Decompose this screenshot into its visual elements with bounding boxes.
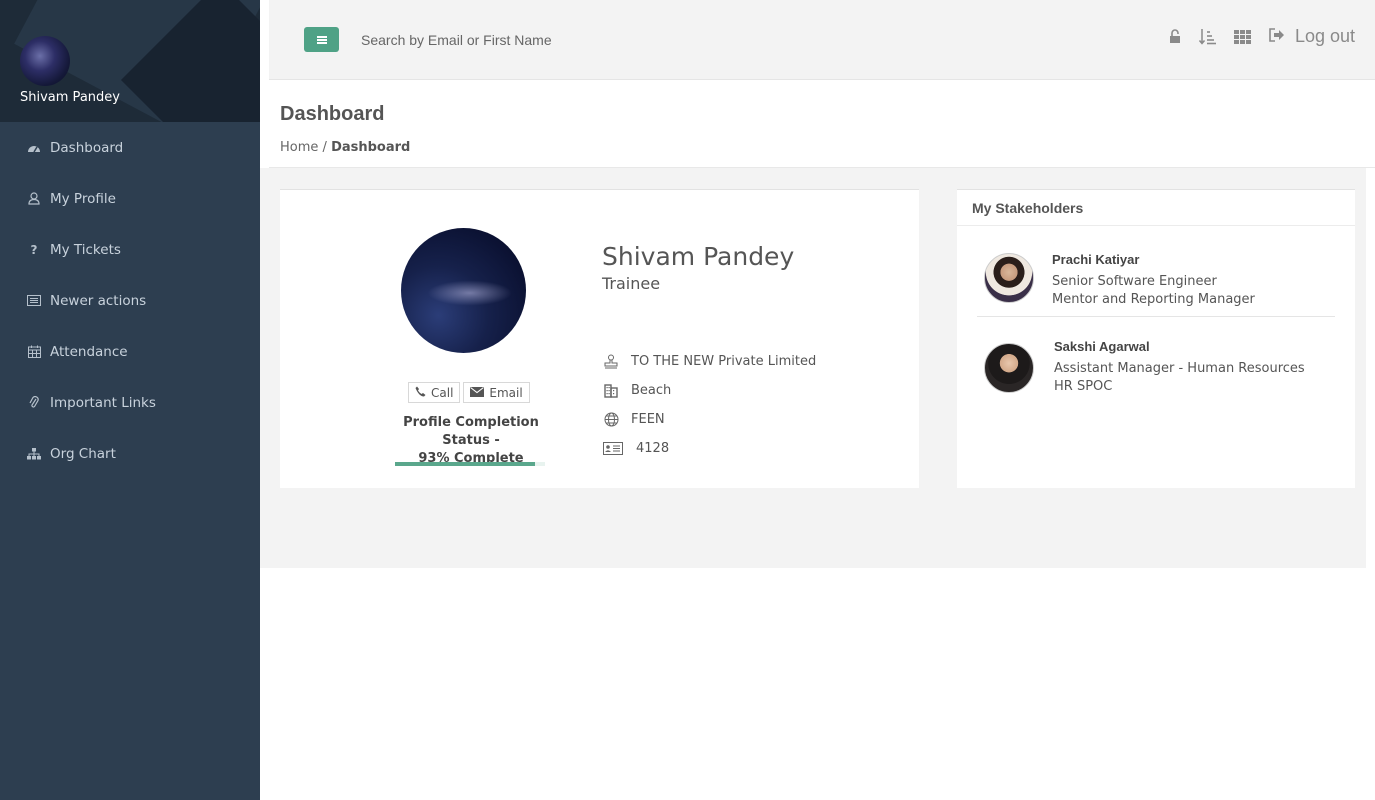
sidebar: Shivam Pandey Dashboard My Profile ? My …	[0, 0, 260, 800]
page-title: Dashboard	[280, 103, 385, 125]
info-unit: FEEN	[602, 405, 816, 434]
sidebar-user-name[interactable]: Shivam Pandey	[20, 90, 120, 105]
unlock-icon[interactable]	[1169, 29, 1181, 44]
email-label: Email	[489, 385, 523, 400]
hamburger-icon	[316, 35, 327, 44]
unit-name: FEEN	[631, 412, 665, 427]
sidebar-item-my-tickets[interactable]: ? My Tickets	[0, 224, 260, 275]
profile-role: Trainee	[602, 274, 661, 293]
top-bar: Log out	[269, 0, 1375, 80]
grid-icon[interactable]	[1233, 29, 1251, 44]
calendar-icon	[24, 345, 44, 358]
globe-icon	[602, 412, 620, 427]
sidebar-item-dashboard[interactable]: Dashboard	[0, 122, 260, 173]
completion-line1: Profile Completion Status -	[403, 415, 539, 448]
stakeholders-title: My Stakeholders	[957, 190, 1355, 226]
sitemap-icon	[24, 447, 44, 460]
id-card-icon	[602, 442, 624, 455]
logout-icon	[1269, 26, 1285, 47]
logout-button[interactable]: Log out	[1269, 26, 1355, 47]
sidebar-item-label: Attendance	[50, 343, 128, 360]
completion-progress-fill	[395, 462, 535, 466]
breadcrumb-current: Dashboard	[331, 140, 411, 155]
dashboard-icon	[24, 142, 44, 154]
profile-name: Shivam Pandey	[602, 242, 795, 271]
stakeholder-item[interactable]: Sakshi Agarwal Assistant Manager - Human…	[977, 317, 1335, 408]
page-header: Dashboard Home / Dashboard	[269, 81, 1375, 168]
menu-toggle-button[interactable]	[304, 27, 339, 52]
logout-label: Log out	[1294, 26, 1355, 46]
sidebar-avatar[interactable]	[20, 36, 70, 86]
stakeholder-avatar	[984, 253, 1034, 303]
sidebar-item-label: Org Chart	[50, 445, 116, 462]
stakeholder-designation: Assistant Manager - Human Resources	[1054, 361, 1305, 376]
sidebar-item-label: Dashboard	[50, 139, 124, 156]
paperclip-icon	[24, 396, 44, 409]
sidebar-item-attendance[interactable]: Attendance	[0, 326, 260, 377]
profile-info-list: TO THE NEW Private Limited Beach FEEN 41…	[602, 347, 816, 463]
profile-card: Call Email Profile Completion Status - 9…	[280, 189, 919, 488]
stakeholder-item[interactable]: Prachi Katiyar Senior Software Engineer …	[977, 226, 1335, 317]
stakeholder-relation: Mentor and Reporting Manager	[1052, 292, 1255, 307]
top-actions: Log out	[1169, 26, 1355, 47]
sidebar-nav: Dashboard My Profile ? My Tickets Newer …	[0, 122, 260, 479]
stakeholder-name: Sakshi Agarwal	[1054, 339, 1150, 354]
search-input[interactable]	[361, 28, 761, 52]
sidebar-item-label: Important Links	[50, 394, 156, 411]
profile-completion-status: Profile Completion Status - 93% Complete	[380, 414, 562, 468]
info-company: TO THE NEW Private Limited	[602, 347, 816, 376]
envelope-icon	[470, 386, 485, 400]
stakeholder-name: Prachi Katiyar	[1052, 252, 1140, 267]
building-icon	[602, 383, 620, 398]
company-name: TO THE NEW Private Limited	[631, 354, 817, 369]
stamp-icon	[602, 354, 620, 369]
question-icon: ?	[30, 242, 38, 257]
sidebar-item-org-chart[interactable]: Org Chart	[0, 428, 260, 479]
sidebar-profile-header: Shivam Pandey	[0, 0, 260, 122]
contact-buttons: Call Email	[408, 382, 530, 403]
call-button[interactable]: Call	[408, 382, 461, 403]
employee-id: 4128	[636, 441, 670, 456]
breadcrumb-separator: /	[322, 140, 327, 155]
sidebar-item-newer-actions[interactable]: Newer actions	[0, 275, 260, 326]
list-icon	[24, 295, 44, 306]
info-location: Beach	[602, 376, 816, 405]
call-label: Call	[431, 385, 454, 400]
info-employee-id: 4128	[602, 434, 816, 463]
phone-icon	[415, 386, 426, 400]
sidebar-item-label: My Profile	[50, 190, 116, 207]
sidebar-item-important-links[interactable]: Important Links	[0, 377, 260, 428]
main-content: Call Email Profile Completion Status - 9…	[260, 168, 1366, 568]
profile-avatar	[401, 228, 526, 353]
stakeholder-relation: HR SPOC	[1054, 379, 1113, 394]
breadcrumb-home[interactable]: Home	[280, 140, 318, 155]
sidebar-item-my-profile[interactable]: My Profile	[0, 173, 260, 224]
email-button[interactable]: Email	[463, 382, 530, 403]
location-name: Beach	[631, 383, 672, 398]
sidebar-item-label: Newer actions	[50, 292, 147, 309]
stakeholders-card: My Stakeholders Prachi Katiyar Senior So…	[957, 189, 1355, 488]
user-icon	[24, 192, 44, 205]
stakeholder-avatar	[984, 343, 1034, 393]
breadcrumb: Home / Dashboard	[280, 140, 410, 155]
stakeholder-designation: Senior Software Engineer	[1052, 274, 1217, 289]
sort-icon[interactable]	[1198, 28, 1216, 45]
completion-progress-bar	[395, 462, 545, 466]
sidebar-item-label: My Tickets	[50, 241, 121, 258]
